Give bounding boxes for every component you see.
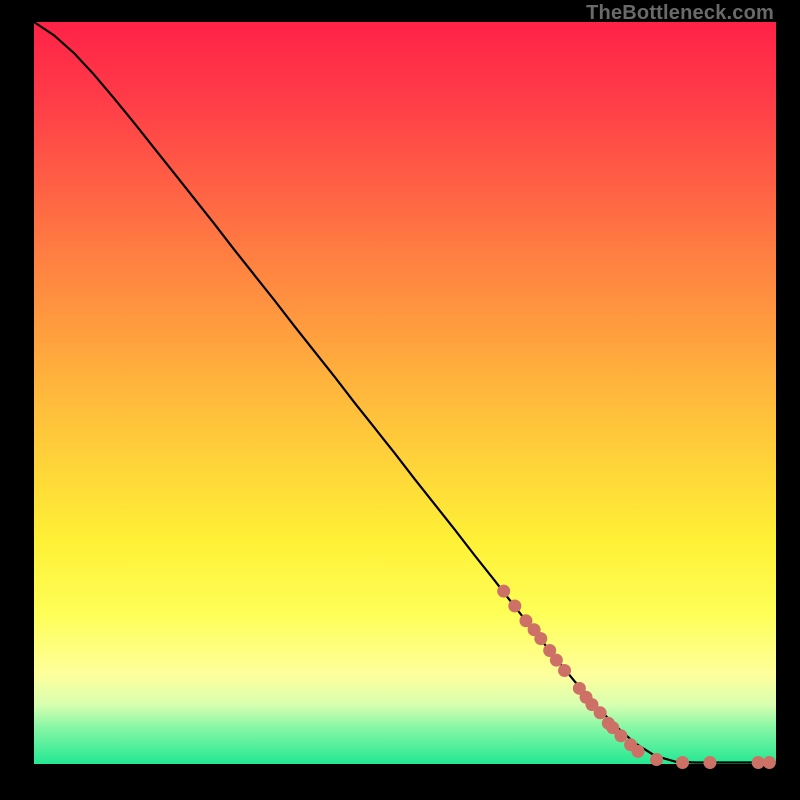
plot-area xyxy=(34,22,776,764)
scatter-point xyxy=(631,745,644,758)
scatter-point xyxy=(703,756,716,769)
scatter-point xyxy=(763,756,776,769)
scatter-point xyxy=(594,706,607,719)
scatter-point xyxy=(558,664,571,677)
scatter-point xyxy=(497,585,510,598)
chart-container: TheBottleneck.com xyxy=(0,0,800,800)
scatter-point xyxy=(508,599,521,612)
scatter-point xyxy=(550,654,563,667)
scatter-point xyxy=(534,632,547,645)
scatter-points xyxy=(497,585,776,769)
scatter-point xyxy=(650,753,663,766)
chart-svg xyxy=(34,22,776,764)
scatter-point xyxy=(752,756,765,769)
scatter-point xyxy=(676,756,689,769)
main-curve xyxy=(34,22,776,763)
scatter-point xyxy=(614,729,627,742)
